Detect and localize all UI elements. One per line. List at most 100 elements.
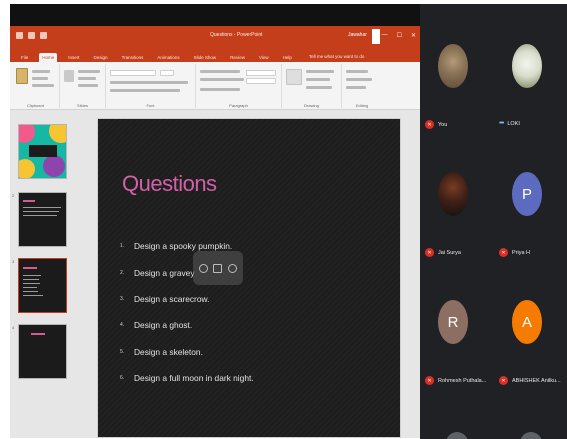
undo-icon[interactable] [28,32,35,39]
group-label-clipboard: Clipboard [26,103,45,108]
group-label-editing: Editing [355,103,369,108]
speaking-indicator-icon: ••• [499,120,504,127]
list-number: 1. [120,243,125,250]
avatar: P [512,172,542,216]
ribbon-group-slides: Slides [60,64,106,108]
avatar [446,432,468,439]
list-item: 5. Design a skeleton. [120,339,254,365]
style-icon[interactable] [213,263,223,273]
tab-slide-show[interactable]: Slide Show [191,53,220,62]
ribbon-group-editing: Editing [342,64,382,108]
tab-view[interactable]: View [256,53,272,62]
slide-thumbnail-pane: 1 2 3 4 [10,110,96,438]
group-label-slides: Slides [77,103,88,108]
list-item: 4. Design a ghost. [120,312,254,338]
slide-thumbnail-1[interactable]: 1 [18,124,67,179]
participant-tile-priya-h[interactable]: P ✕ Priya H [496,142,564,270]
tab-home[interactable]: Home [39,53,58,62]
avatar: A [512,300,542,344]
tab-review[interactable]: Review [227,53,248,62]
participant-name: You [438,121,448,128]
participant-tile-loki[interactable]: ••• LOKI [496,14,564,142]
mic-off-icon: ✕ [425,248,434,257]
list-text: Design a gravey [134,267,195,278]
thumbnail-number: 4 [12,325,15,330]
participant-name: ABHISHEK Anilku... [512,377,561,384]
avatar [438,44,468,88]
ribbon-tabs: File Home Insert Design Transitions Anim… [10,48,420,62]
group-label-drawing: Drawing [304,103,319,108]
participants-panel: ✕ You ••• LOKI ✕ Jai Surya P ✕ Priya H R… [420,4,567,439]
signed-in-user[interactable]: Jawahar [348,32,367,38]
ribbon-display-button[interactable] [372,29,380,44]
tab-animations[interactable]: Animations [154,53,182,62]
mic-off-icon: ✕ [425,376,434,385]
tab-file[interactable]: File [18,53,31,62]
save-icon[interactable] [16,32,23,39]
mic-off-icon: ✕ [499,248,508,257]
participant-tile-abhishek[interactable]: A ✕ ABHISHEK Anilku... [496,270,564,398]
slide-canvas[interactable]: Questions 1. Design a spooky pumpkin. 2. D… [97,118,401,438]
slide-thumbnail-3[interactable]: 3 [12,258,67,313]
redo-icon[interactable] [40,32,47,39]
options-icon[interactable] [228,263,238,273]
slide-thumbnail-4[interactable]: 4 [12,324,67,379]
thumbnail-number: 2 [12,193,15,198]
format-icon[interactable] [198,263,208,273]
participant-name: Rohmesh Puthala... [438,377,487,384]
avatar [438,172,468,216]
list-text: Design a spooky pumpkin. [134,241,233,252]
participant-name-bar: ✕ Rohmesh Puthala... [425,376,486,385]
ribbon-group-paragraph: Paragraph [196,64,282,108]
avatar: R [438,300,468,344]
slide-title[interactable]: Questions [122,171,217,197]
ribbon-group-drawing: Drawing [282,64,342,108]
tab-transitions[interactable]: Transitions [119,53,147,62]
participant-name: Priya H [512,249,531,256]
list-text: Design a full moon in dark night. [134,373,254,384]
ribbon-group-clipboard: Clipboard [12,64,60,108]
avatar [520,432,542,439]
list-text: Design a scarecrow. [134,293,210,304]
quick-access-toolbar[interactable] [16,32,56,42]
ribbon-home: Clipboard Slides Font Paragraph Drawing … [10,62,420,110]
list-item: 6. Design a full moon in dark night. [120,365,254,391]
minimize-button[interactable]: — [382,32,388,39]
list-text: Design a ghost. [134,320,193,331]
powerpoint-title-bar: Questions - PowerPoint Jawahar — ☐ ✕ [10,26,420,48]
participant-name-bar: ✕ Priya H [499,248,530,257]
maximize-button[interactable]: ☐ [397,32,402,39]
floating-mini-toolbar [193,251,243,285]
list-item: 3. Design a scarecrow. [120,286,254,312]
tab-insert[interactable]: Insert [65,53,82,62]
mic-off-icon: ✕ [425,120,434,129]
participant-name-bar: ✕ Jai Surya [425,248,461,257]
group-label-paragraph: Paragraph [229,103,248,108]
document-title: Questions - PowerPoint [210,32,263,38]
slide-thumbnail-2[interactable]: 2 [12,192,67,247]
participant-name-bar: ✕ ABHISHEK Anilku... [499,376,561,385]
participant-tile-rohmesh[interactable]: R ✕ Rohmesh Puthala... [422,270,490,398]
participant-name-bar: ✕ You [425,120,447,129]
tab-help[interactable]: Help [280,53,295,62]
mic-off-icon: ✕ [499,376,508,385]
participant-name-bar: ••• LOKI [499,120,520,127]
close-button[interactable]: ✕ [411,32,416,39]
paste-icon[interactable] [16,68,28,84]
shared-screen: Questions - PowerPoint Jawahar — ☐ ✕ Fil… [10,4,420,438]
participant-name: LOKI [507,120,520,127]
screen-top-bar [10,4,420,26]
ribbon-group-font: Font [106,64,196,108]
tell-me-search[interactable]: Tell me what you want to do [309,54,365,62]
list-number: 5. [120,348,125,355]
tab-design[interactable]: Design [91,53,111,62]
group-label-font: Font [146,103,155,108]
list-number: 6. [120,375,125,382]
thumbnail-number: 3 [12,259,15,264]
avatar [512,44,542,88]
list-number: 2. [120,269,125,276]
window-controls: — ☐ ✕ [382,32,416,39]
participant-tile-jai-surya[interactable]: ✕ Jai Surya [422,142,490,270]
list-number: 4. [120,322,125,329]
participant-tile-you[interactable]: ✕ You [422,14,490,142]
